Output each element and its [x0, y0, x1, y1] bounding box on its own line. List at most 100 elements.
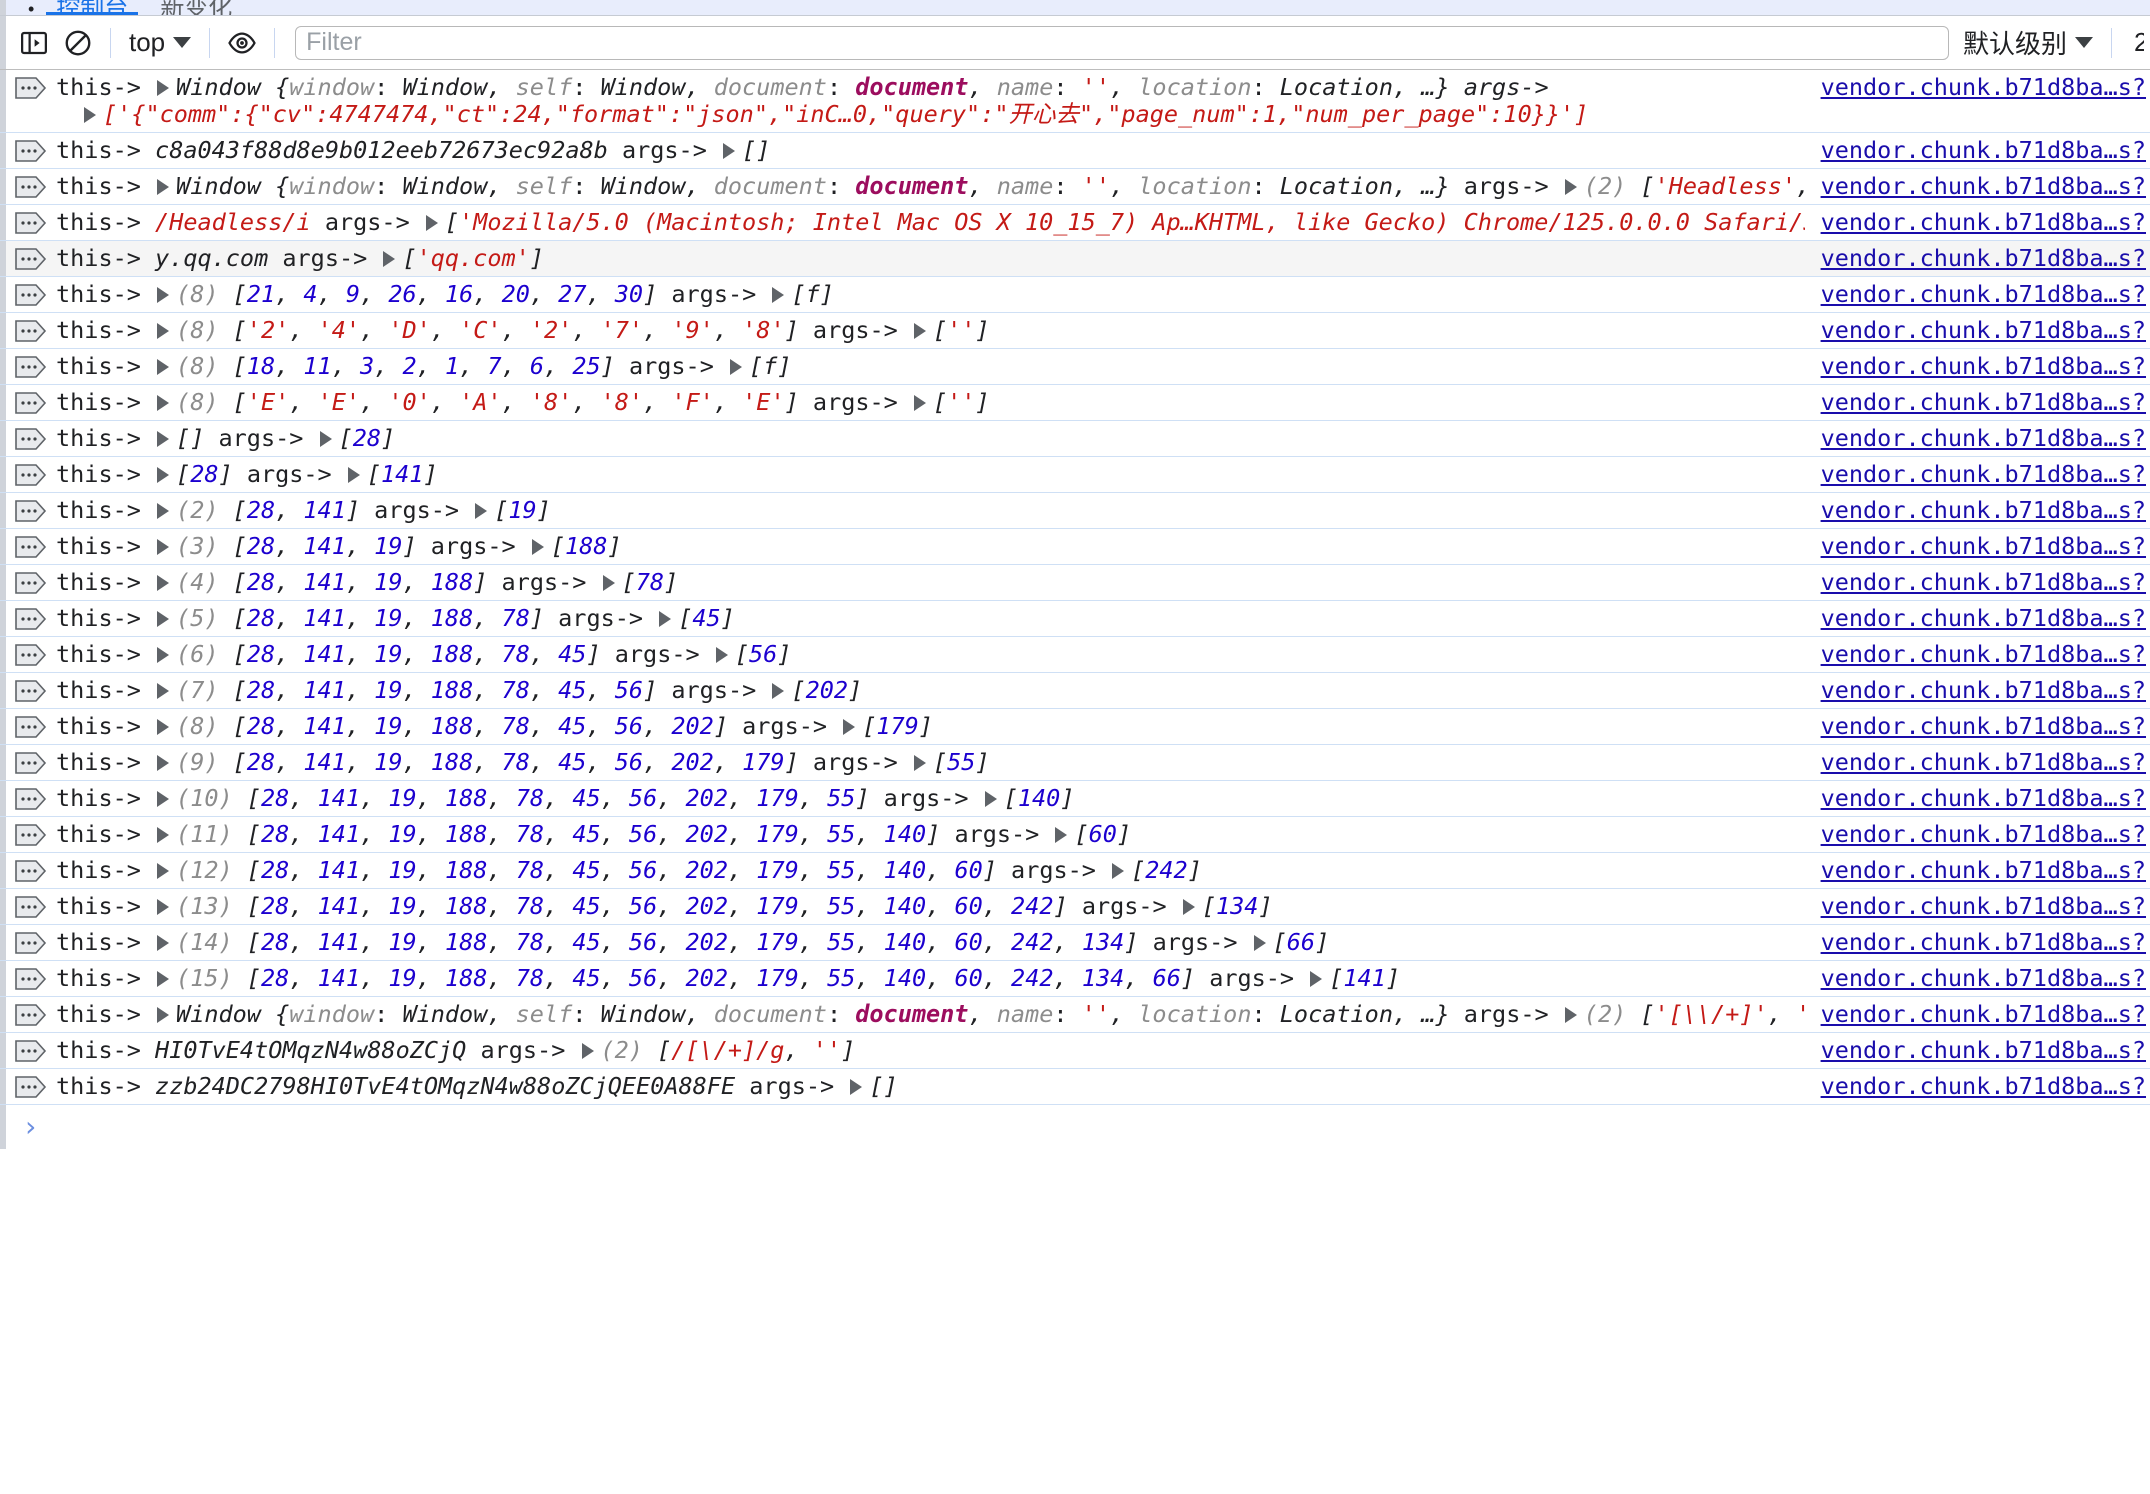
expand-triangle-icon[interactable] [843, 719, 856, 735]
tab-whats-new[interactable]: 新变化 [144, 0, 248, 15]
source-location-link[interactable]: vendor.chunk.b71d8ba…s? [1821, 929, 2146, 956]
console-message-row[interactable]: this-> (2) [28, 141] args-> [19] vendor.c… [0, 493, 2150, 529]
expand-triangle-icon[interactable] [157, 683, 170, 699]
console-message-row[interactable]: this-> (11) [28, 141, 19, 188, 78, 45, 5… [0, 817, 2150, 853]
expand-triangle-icon[interactable] [1310, 971, 1323, 987]
expand-triangle-icon[interactable] [772, 683, 785, 699]
console-message-row[interactable]: this-> (14) [28, 141, 19, 188, 78, 45, 5… [0, 925, 2150, 961]
console-message-row[interactable]: this-> (13) [28, 141, 19, 188, 78, 45, 5… [0, 889, 2150, 925]
expand-triangle-icon[interactable] [425, 215, 438, 231]
console-message-row[interactable]: this-> (9) [28, 141, 19, 188, 78, 45, 56… [0, 745, 2150, 781]
source-location-link[interactable]: vendor.chunk.b71d8ba…s? [1821, 785, 2146, 812]
clear-console-button[interactable] [56, 21, 100, 65]
expand-triangle-icon[interactable] [157, 791, 170, 807]
source-location-link[interactable]: vendor.chunk.b71d8ba…s? [1821, 425, 2146, 452]
expand-triangle-icon[interactable] [347, 467, 360, 483]
expand-triangle-icon[interactable] [157, 503, 170, 519]
expand-triangle-icon[interactable] [157, 935, 170, 951]
expand-triangle-icon[interactable] [850, 1079, 863, 1095]
expand-triangle-icon[interactable] [157, 719, 170, 735]
expand-triangle-icon[interactable] [1253, 935, 1266, 951]
expand-triangle-icon[interactable] [913, 755, 926, 771]
source-location-link[interactable]: vendor.chunk.b71d8ba…s? [1821, 245, 2146, 272]
source-location-link[interactable]: vendor.chunk.b71d8ba…s? [1821, 677, 2146, 704]
source-location-link[interactable]: vendor.chunk.b71d8ba…s? [1821, 173, 2146, 200]
expand-triangle-icon[interactable] [157, 323, 170, 339]
source-location-link[interactable]: vendor.chunk.b71d8ba…s? [1821, 317, 2146, 344]
expand-triangle-icon[interactable] [659, 611, 672, 627]
console-message-row[interactable]: this-> c8a043f88d8e9b012eeb72673ec92a8b … [0, 133, 2150, 169]
console-prompt[interactable]: › [0, 1105, 2150, 1149]
console-message-row[interactable]: this-> zzb24DC2798HI0TvE4tOMqzN4w88oZCjQ… [0, 1069, 2150, 1105]
console-message-row[interactable]: this-> (8) ['2', '4', 'D', 'C', '2', '7'… [0, 313, 2150, 349]
expand-triangle-icon[interactable] [1564, 1007, 1577, 1023]
source-location-link[interactable]: vendor.chunk.b71d8ba…s? [1821, 281, 2146, 308]
source-location-link[interactable]: vendor.chunk.b71d8ba…s? [1821, 1001, 2146, 1028]
expand-triangle-icon[interactable] [157, 395, 170, 411]
expand-triangle-icon[interactable] [602, 575, 615, 591]
source-location-link[interactable]: vendor.chunk.b71d8ba…s? [1821, 1073, 2146, 1100]
expand-triangle-icon[interactable] [772, 287, 785, 303]
console-message-row[interactable]: this-> Window {window: Window, self: Win… [0, 169, 2150, 205]
source-location-link[interactable]: vendor.chunk.b71d8ba…s? [1821, 857, 2146, 884]
expand-triangle-icon[interactable] [157, 179, 170, 195]
console-message-row[interactable]: this-> (3) [28, 141, 19] args-> [188] ven… [0, 529, 2150, 565]
filter-input[interactable] [295, 25, 1949, 60]
sidebar-toggle-button[interactable] [12, 21, 56, 65]
expand-triangle-icon[interactable] [383, 251, 396, 267]
console-message-row[interactable]: this-> (8) [28, 141, 19, 188, 78, 45, 56… [0, 709, 2150, 745]
source-location-link[interactable]: vendor.chunk.b71d8ba…s? [1821, 965, 2146, 992]
expand-triangle-icon[interactable] [157, 899, 170, 915]
expand-triangle-icon[interactable] [1564, 179, 1577, 195]
expand-triangle-icon[interactable] [157, 359, 170, 375]
expand-triangle-icon[interactable] [1112, 863, 1125, 879]
expand-triangle-icon[interactable] [581, 1043, 594, 1059]
console-message-row[interactable]: this-> (8) ['E', 'E', '0', 'A', '8', '8'… [0, 385, 2150, 421]
source-location-link[interactable]: vendor.chunk.b71d8ba…s? [1821, 569, 2146, 596]
source-location-link[interactable]: vendor.chunk.b71d8ba…s? [1821, 821, 2146, 848]
expand-triangle-icon[interactable] [723, 143, 735, 159]
issues-count[interactable]: 2 [2122, 27, 2144, 58]
expand-triangle-icon[interactable] [157, 287, 170, 303]
source-location-link[interactable]: vendor.chunk.b71d8ba…s? [1821, 713, 2146, 740]
source-location-link[interactable]: vendor.chunk.b71d8ba…s? [1821, 389, 2146, 416]
console-message-row[interactable]: this-> [28] args-> [141] vendor.chunk.b71… [0, 457, 2150, 493]
expand-triangle-icon[interactable] [157, 80, 170, 96]
expand-triangle-icon[interactable] [157, 467, 170, 483]
source-location-link[interactable]: vendor.chunk.b71d8ba…s? [1821, 461, 2146, 488]
expand-triangle-icon[interactable] [157, 431, 170, 447]
console-message-row[interactable]: this-> (10) [28, 141, 19, 188, 78, 45, 5… [0, 781, 2150, 817]
console-message-row[interactable]: this-> y.qq.com args-> ['qq.com'] vendor.… [0, 241, 2150, 277]
expand-triangle-icon[interactable] [157, 1007, 170, 1023]
source-location-link[interactable]: vendor.chunk.b71d8ba…s? [1821, 641, 2146, 668]
expand-triangle-icon[interactable] [475, 503, 488, 519]
source-location-link[interactable]: vendor.chunk.b71d8ba…s? [1821, 893, 2146, 920]
tab-console[interactable]: 控制台 [40, 0, 144, 15]
expand-triangle-icon[interactable] [157, 755, 170, 771]
expand-triangle-icon[interactable] [157, 539, 170, 555]
tab-more-indicator[interactable]: • [10, 0, 40, 15]
expand-triangle-icon[interactable] [157, 863, 170, 879]
console-message-row[interactable]: this-> (12) [28, 141, 19, 188, 78, 45, 5… [0, 853, 2150, 889]
console-message-row[interactable]: this-> (15) [28, 141, 19, 188, 78, 45, 5… [0, 961, 2150, 997]
source-location-link[interactable]: vendor.chunk.b71d8ba…s? [1821, 209, 2146, 236]
console-message-row[interactable]: this-> Window {window: Window, self: Win… [0, 70, 2150, 133]
source-location-link[interactable]: vendor.chunk.b71d8ba…s? [1821, 605, 2146, 632]
expand-triangle-icon[interactable] [913, 395, 926, 411]
execution-context-selector[interactable]: top [121, 27, 199, 58]
console-message-row[interactable]: this-> /Headless/i args-> ['Mozilla/5.0 … [0, 205, 2150, 241]
expand-triangle-icon[interactable] [157, 971, 170, 987]
expand-triangle-icon[interactable] [157, 611, 170, 627]
console-message-row[interactable]: this-> (5) [28, 141, 19, 188, 78] args->… [0, 601, 2150, 637]
expand-triangle-icon[interactable] [1182, 899, 1195, 915]
expand-triangle-icon[interactable] [715, 647, 728, 663]
console-message-row[interactable]: this-> (7) [28, 141, 19, 188, 78, 45, 56… [0, 673, 2150, 709]
source-location-link[interactable]: vendor.chunk.b71d8ba…s? [1821, 749, 2146, 776]
expand-triangle-icon[interactable] [913, 323, 926, 339]
console-message-row[interactable]: this-> (6) [28, 141, 19, 188, 78, 45] ar… [0, 637, 2150, 673]
expand-triangle-icon[interactable] [157, 575, 170, 591]
source-location-link[interactable]: vendor.chunk.b71d8ba…s? [1821, 74, 2146, 101]
live-expression-button[interactable] [220, 21, 264, 65]
console-message-row[interactable]: this-> HI0TvE4tOMqzN4w88oZCjQ args-> (2)… [0, 1033, 2150, 1069]
console-message-row[interactable]: this-> [] args-> [28] vendor.chunk.b71d8b… [0, 421, 2150, 457]
